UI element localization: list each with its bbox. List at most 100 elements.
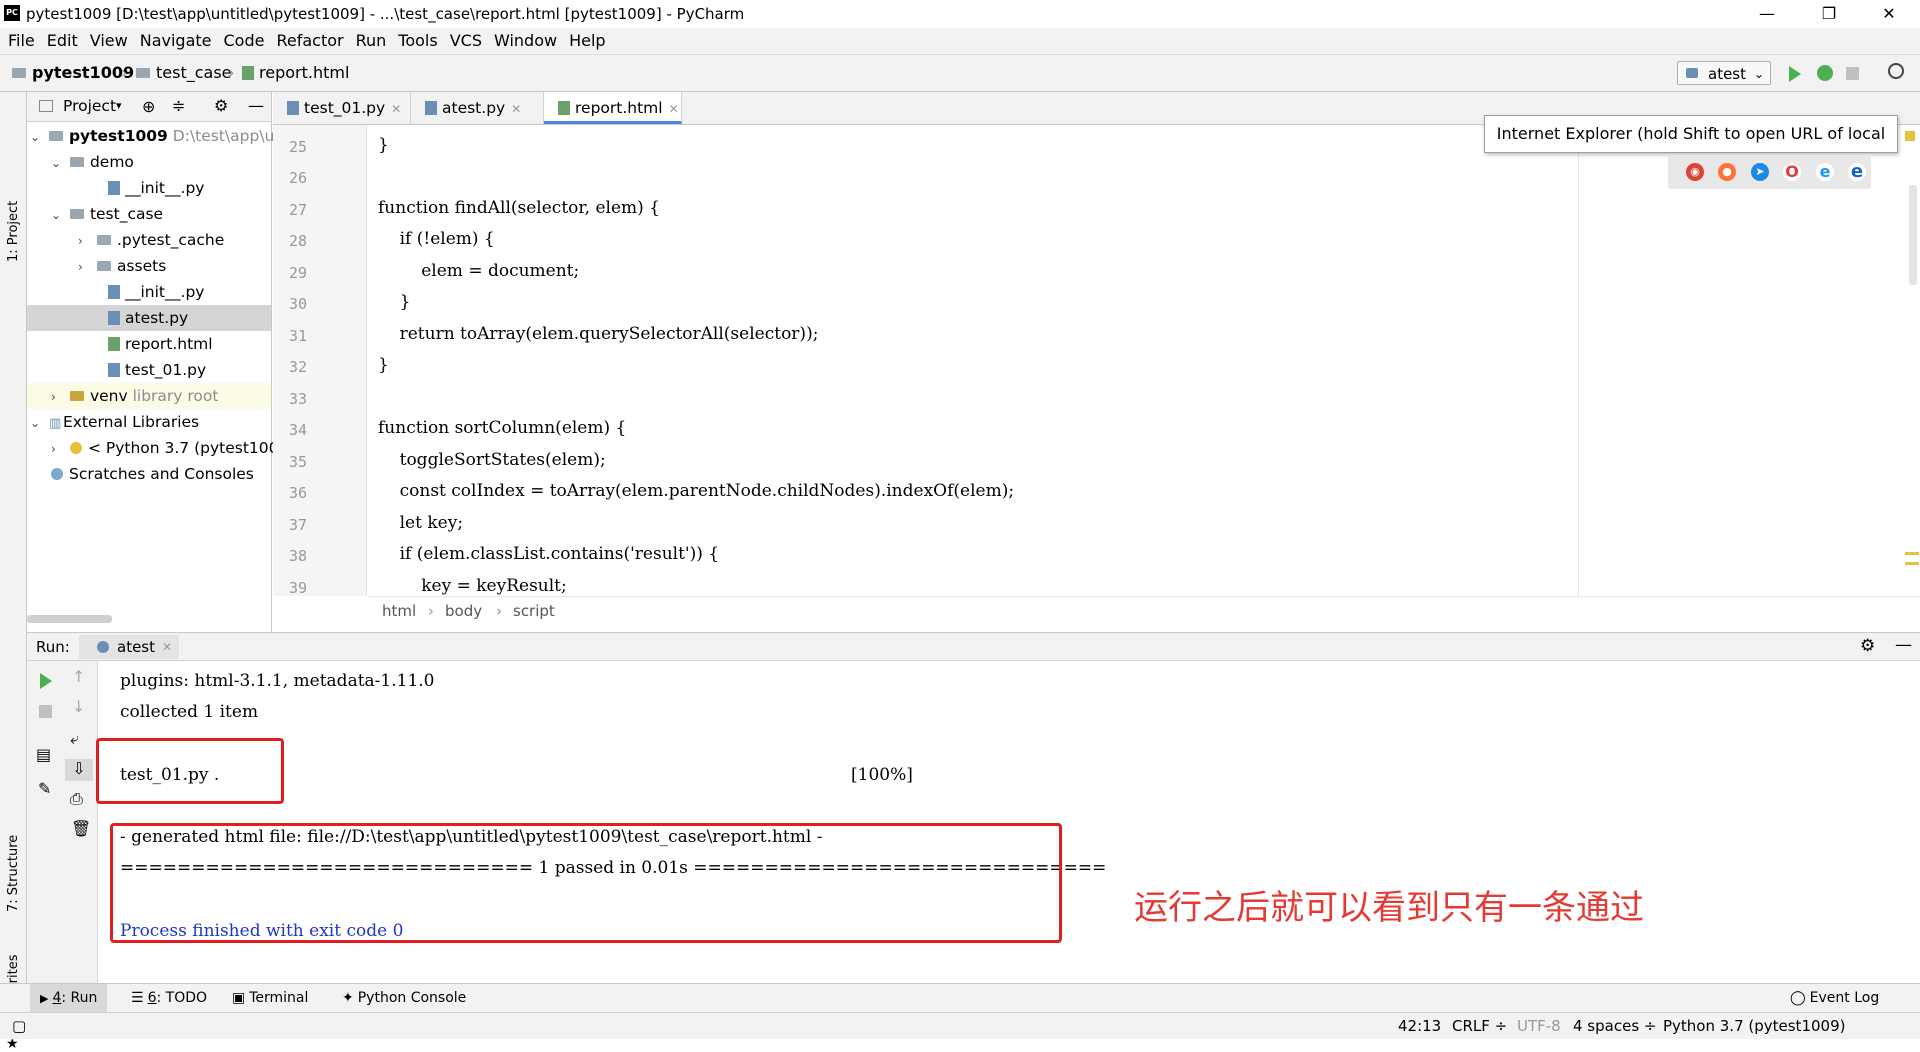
- status-interpreter[interactable]: Python 3.7 (pytest1009): [1663, 1017, 1845, 1035]
- tree-item-pytest1009[interactable]: ⌄ pytest1009 D:\test\app\ur: [30, 123, 281, 149]
- chevron-icon[interactable]: ›: [78, 228, 92, 254]
- chevron-icon[interactable]: ›: [78, 254, 92, 280]
- warning-marker[interactable]: [1905, 552, 1919, 555]
- gear-icon[interactable]: ⚙: [214, 96, 228, 115]
- tree-item-test-01[interactable]: test_01.py: [108, 357, 206, 383]
- nav-crumb-project[interactable]: pytest1009: [12, 63, 134, 82]
- library-icon: ▥: [48, 416, 62, 431]
- breadcrumb-script[interactable]: script: [513, 602, 555, 620]
- chevron-icon[interactable]: ⌄: [30, 410, 44, 436]
- arrow-up-icon[interactable]: ↑: [72, 667, 85, 686]
- soft-wrap-icon[interactable]: ⤶: [70, 729, 79, 749]
- python-icon: [97, 641, 109, 653]
- tree-item-venv[interactable]: › venv library root: [27, 383, 271, 409]
- tree-item-test-case[interactable]: ⌄ test_case: [51, 201, 163, 227]
- ie-icon[interactable]: e: [1816, 163, 1834, 181]
- maximize-button[interactable]: ❐: [1806, 2, 1852, 26]
- hide-icon[interactable]: —: [248, 96, 264, 115]
- chrome-icon[interactable]: ◉: [1686, 163, 1704, 181]
- layout-icon[interactable]: ▤: [36, 745, 51, 764]
- firefox-icon[interactable]: ●: [1718, 163, 1736, 181]
- run-tab-atest[interactable]: atest: [117, 638, 155, 656]
- arrow-down-icon[interactable]: ↓: [72, 697, 85, 716]
- run-config-dropdown[interactable]: atest ⌄: [1677, 61, 1771, 85]
- stop-icon[interactable]: [1846, 67, 1859, 80]
- tool-tab-terminal[interactable]: ▣ Terminal: [222, 984, 318, 1012]
- tree-item-assets[interactable]: › assets: [78, 253, 166, 279]
- gear-icon[interactable]: ⚙: [1860, 636, 1875, 656]
- tree-item-report-html[interactable]: report.html: [108, 331, 213, 357]
- close-button[interactable]: ✕: [1866, 2, 1912, 26]
- edge-icon[interactable]: e: [1848, 163, 1866, 181]
- project-view-dropdown[interactable]: Project: [63, 97, 116, 115]
- close-tab-icon[interactable]: ✕: [162, 640, 172, 654]
- inspection-status-icon[interactable]: [1905, 131, 1915, 141]
- menu-help[interactable]: Help: [563, 28, 611, 54]
- menu-vcs[interactable]: VCS: [444, 28, 488, 54]
- run-icon[interactable]: [1789, 66, 1801, 82]
- nav-crumb-test-case[interactable]: test_case: [136, 63, 232, 82]
- close-tab-icon[interactable]: ✕: [669, 102, 679, 116]
- tree-item-pytest-cache[interactable]: › .pytest_cache: [78, 227, 224, 253]
- trash-icon[interactable]: 🗑: [71, 819, 91, 838]
- tool-tab-todo[interactable]: ☰ 6: TODO: [121, 984, 217, 1012]
- close-tab-icon[interactable]: ✕: [511, 102, 521, 116]
- breadcrumb-html[interactable]: html: [382, 602, 416, 620]
- code-editor[interactable]: } function findAll(selector, elem) { if …: [368, 125, 1578, 596]
- menu-navigate[interactable]: Navigate: [134, 28, 218, 54]
- status-indent[interactable]: 4 spaces ÷: [1573, 1017, 1656, 1035]
- vertical-scrollbar[interactable]: [1909, 185, 1917, 285]
- search-icon[interactable]: [1888, 63, 1904, 79]
- chevron-icon[interactable]: ›: [51, 436, 65, 462]
- rerun-icon[interactable]: [40, 673, 52, 689]
- structure-tool-tab[interactable]: 7: Structure: [6, 835, 21, 912]
- menu-edit[interactable]: Edit: [41, 28, 84, 54]
- stop-icon[interactable]: [39, 705, 52, 718]
- menu-tools[interactable]: Tools: [392, 28, 443, 54]
- scroll-to-end-icon[interactable]: ⇩: [65, 759, 93, 781]
- chevron-icon[interactable]: ⌄: [30, 124, 44, 150]
- tab-atest[interactable]: atest.py ✕: [411, 92, 544, 124]
- toggle-tool-windows-icon[interactable]: ▢: [12, 1017, 26, 1035]
- close-tab-icon[interactable]: ✕: [391, 102, 401, 116]
- tab-report-html[interactable]: report.html ✕: [544, 92, 682, 124]
- tree-item-python-sdk[interactable]: › < Python 3.7 (pytest100: [51, 435, 279, 461]
- tree-item-test-case-init[interactable]: __init__.py: [108, 279, 204, 305]
- menu-file[interactable]: File: [0, 28, 41, 54]
- collapse-all-icon[interactable]: ≑: [172, 96, 185, 115]
- warning-marker[interactable]: [1905, 562, 1919, 565]
- opera-icon[interactable]: O: [1783, 163, 1801, 181]
- menu-run[interactable]: Run: [350, 28, 393, 54]
- minimize-button[interactable]: —: [1744, 2, 1790, 26]
- chevron-icon[interactable]: ⌄: [51, 202, 65, 228]
- tool-tab-python-console[interactable]: ✦ Python Console: [332, 984, 476, 1012]
- hide-icon[interactable]: —: [1895, 635, 1912, 655]
- chevron-icon[interactable]: ›: [51, 384, 65, 410]
- tree-item-demo-init[interactable]: __init__.py: [108, 175, 204, 201]
- event-log-button[interactable]: ◯ Event Log: [1780, 984, 1889, 1012]
- chevron-icon[interactable]: ⌄: [51, 150, 65, 176]
- safari-icon[interactable]: ➤: [1751, 163, 1769, 181]
- tab-test-01[interactable]: test_01.py ✕: [273, 92, 411, 124]
- status-line-separator[interactable]: CRLF ÷: [1452, 1017, 1507, 1035]
- tree-item-scratches[interactable]: Scratches and Consoles: [51, 461, 254, 487]
- menu-view[interactable]: View: [84, 28, 134, 54]
- debug-icon[interactable]: [1817, 65, 1833, 81]
- chevron-down-icon[interactable]: ▾: [116, 99, 122, 112]
- menu-window[interactable]: Window: [488, 28, 563, 54]
- nav-crumb-report[interactable]: report.html: [242, 63, 349, 82]
- menu-code[interactable]: Code: [218, 28, 271, 54]
- tree-item-demo[interactable]: ⌄ demo: [51, 149, 134, 175]
- status-caret-position[interactable]: 42:13: [1398, 1017, 1441, 1035]
- tree-item-atest[interactable]: atest.py: [27, 305, 271, 331]
- tool-tab-run[interactable]: ▶ 4: Run: [30, 984, 108, 1012]
- locate-icon[interactable]: ⊕: [142, 97, 155, 116]
- status-encoding[interactable]: UTF-8: [1517, 1017, 1561, 1035]
- print-icon[interactable]: ⎙: [70, 789, 83, 809]
- horizontal-scrollbar[interactable]: [27, 615, 112, 623]
- pin-icon[interactable]: ✎: [38, 779, 51, 798]
- project-tool-tab[interactable]: 1: Project: [6, 201, 21, 262]
- menu-refactor[interactable]: Refactor: [270, 28, 349, 54]
- breadcrumb-body[interactable]: body: [445, 602, 482, 620]
- tree-item-external-libraries[interactable]: ⌄ ▥ External Libraries: [30, 409, 199, 435]
